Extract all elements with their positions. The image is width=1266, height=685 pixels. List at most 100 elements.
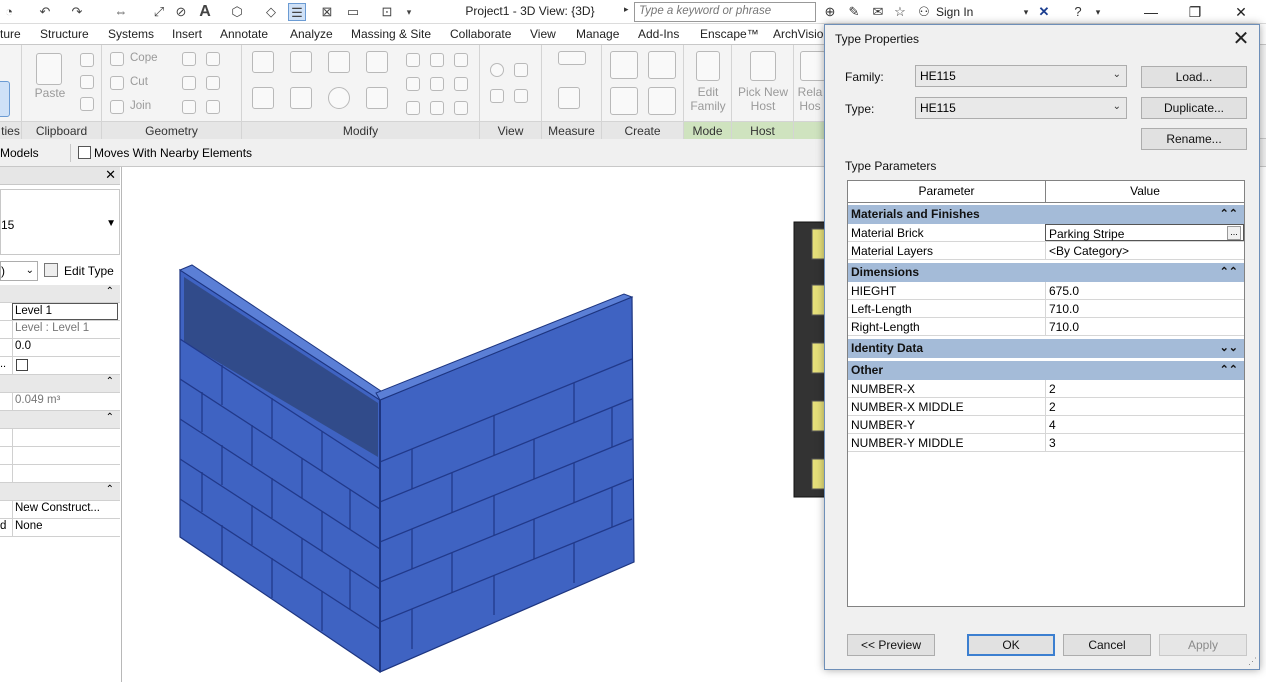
chevron-down-icon[interactable]: ▾ xyxy=(1088,3,1108,21)
section-other[interactable]: Other ⌃⌃ xyxy=(848,361,1244,380)
moves-with-nearby-checkbox[interactable] xyxy=(78,146,91,159)
section-header[interactable]: ⌃ xyxy=(0,411,120,429)
remove-paint-icon[interactable] xyxy=(206,100,220,114)
help-icon[interactable]: ? xyxy=(1068,3,1088,21)
override-icon[interactable] xyxy=(514,63,528,77)
section-header[interactable]: ⌃ xyxy=(0,483,120,501)
tag-icon[interactable]: ⊘ xyxy=(172,3,190,21)
align-dimension-icon[interactable]: ⇔ xyxy=(112,3,130,21)
aligned-dimension-icon[interactable] xyxy=(558,87,580,109)
minimize-icon[interactable]: — xyxy=(1136,2,1166,22)
duplicate-button[interactable]: Duplicate... xyxy=(1141,97,1247,119)
resize-grip-icon[interactable]: ⋰ xyxy=(1248,656,1257,667)
chevron-down-icon[interactable]: ▾ xyxy=(1016,3,1036,21)
browse-button[interactable]: ... xyxy=(1227,226,1241,240)
mirror-axis-icon[interactable] xyxy=(328,51,350,73)
section-dimensions[interactable]: Dimensions ⌃⌃ xyxy=(848,263,1244,282)
tab-collaborate[interactable]: Collaborate xyxy=(450,27,511,41)
communication-icon[interactable]: ✉ xyxy=(868,3,888,21)
3d-view-canvas[interactable] xyxy=(122,167,831,682)
subscription-icon[interactable]: ✎ xyxy=(844,3,864,21)
tab-analyze[interactable]: Analyze xyxy=(290,27,333,41)
pick-new-host-icon[interactable] xyxy=(750,51,776,81)
tab-insert[interactable]: Insert xyxy=(172,27,202,41)
wall-joins-icon[interactable] xyxy=(182,76,196,90)
switch-windows-icon[interactable]: ▭ xyxy=(344,3,362,21)
thin-lines-icon[interactable]: ☰ xyxy=(288,3,306,21)
tab-archvision[interactable]: ArchVisio xyxy=(773,27,823,41)
create-assembly-icon[interactable] xyxy=(648,51,676,79)
tab-view[interactable]: View xyxy=(530,27,556,41)
paint-icon[interactable] xyxy=(206,52,220,66)
tab-add-ins[interactable]: Add-Ins xyxy=(638,27,679,41)
chevron-down-icon[interactable]: ▾ xyxy=(400,3,418,21)
delete-icon[interactable] xyxy=(454,101,468,115)
pin-icon[interactable] xyxy=(454,53,468,67)
split-icon[interactable] xyxy=(406,53,420,67)
demolish-icon[interactable] xyxy=(206,76,220,90)
search-input[interactable]: Type a keyword or phrase xyxy=(634,2,816,22)
section-icon[interactable]: ◇ xyxy=(262,3,280,21)
load-button[interactable]: Load... xyxy=(1141,66,1247,88)
rename-button[interactable]: Rename... xyxy=(1141,128,1247,150)
scale-icon[interactable] xyxy=(430,77,444,91)
property-checkbox[interactable] xyxy=(16,359,28,371)
tab-structure[interactable]: Structure xyxy=(40,27,89,41)
favorites-star-icon[interactable]: ☆ xyxy=(890,3,910,21)
sign-in-link[interactable]: Sign In xyxy=(936,5,973,19)
cut-geometry-icon[interactable] xyxy=(110,76,124,90)
create-group-icon[interactable] xyxy=(610,51,638,79)
binoculars-icon[interactable]: ⊕ xyxy=(820,3,840,21)
customize-qat-icon[interactable]: ⊡ xyxy=(378,3,396,21)
trim-icon[interactable] xyxy=(366,87,388,109)
text-icon[interactable]: A xyxy=(196,3,214,21)
measure-between-icon[interactable] xyxy=(558,51,586,65)
create-similar-icon[interactable] xyxy=(648,87,676,115)
split-face-icon[interactable] xyxy=(182,52,196,66)
align-icon[interactable] xyxy=(252,51,274,73)
section-materials-finishes[interactable]: Materials and Finishes ⌃⌃ xyxy=(848,205,1244,224)
user-icon[interactable]: ⚇ xyxy=(914,3,934,21)
move-icon[interactable] xyxy=(252,87,274,109)
split-gap-icon[interactable] xyxy=(430,53,444,67)
measure-icon[interactable]: ⤢ xyxy=(150,3,168,21)
autodesk-x-icon[interactable]: ✕ xyxy=(1034,3,1054,21)
chevron-down-icon[interactable]: ▼ xyxy=(106,218,116,229)
cut-icon[interactable] xyxy=(80,53,94,67)
paste-icon[interactable] xyxy=(36,53,62,85)
family-select[interactable]: HE115 ⌄ xyxy=(915,65,1127,87)
trim-single-icon[interactable] xyxy=(406,101,420,115)
cancel-button[interactable]: Cancel xyxy=(1063,634,1151,656)
linework-pen-icon[interactable] xyxy=(490,89,504,103)
type-selector[interactable]: 15 ▼ xyxy=(0,189,120,255)
tab-massing-site[interactable]: Massing & Site xyxy=(351,27,431,41)
redo-icon[interactable]: ↷ xyxy=(68,3,86,21)
section-identity-data[interactable]: Identity Data ⌄⌄ xyxy=(848,339,1244,358)
tab-systems[interactable]: Systems xyxy=(108,27,154,41)
type-select[interactable]: HE115 ⌄ xyxy=(915,97,1127,119)
3d-view-icon[interactable]: ⬡ xyxy=(228,3,246,21)
hide-icon[interactable] xyxy=(490,63,504,77)
join-icon[interactable] xyxy=(110,100,124,114)
close-icon[interactable]: ✕ xyxy=(1229,27,1253,51)
tab-enscape[interactable]: Enscape™ xyxy=(700,27,759,41)
offset-icon[interactable] xyxy=(290,51,312,73)
tab-annotate[interactable]: Annotate xyxy=(220,27,268,41)
tab-architecture[interactable]: ture xyxy=(0,27,21,41)
graphics-icon[interactable] xyxy=(514,89,528,103)
linework-icon[interactable] xyxy=(182,100,196,114)
close-icon[interactable]: ✕ xyxy=(1226,2,1256,22)
app-menu-icon[interactable]: ◔ xyxy=(0,3,18,21)
close-hidden-icon[interactable]: ⊠ xyxy=(318,3,336,21)
column-header-value[interactable]: Value xyxy=(1046,181,1244,203)
section-header[interactable]: ⌃ xyxy=(0,285,120,303)
apply-button[interactable]: Apply xyxy=(1159,634,1247,656)
tab-manage[interactable]: Manage xyxy=(576,27,619,41)
rotate-icon[interactable] xyxy=(328,87,350,109)
search-expand-icon[interactable]: ▸ xyxy=(624,4,634,20)
trim-multi-icon[interactable] xyxy=(430,101,444,115)
column-header-parameter[interactable]: Parameter xyxy=(848,181,1046,203)
section-header[interactable]: ⌃ xyxy=(0,375,120,393)
value-cell[interactable]: Parking Stripe ... xyxy=(1045,224,1244,241)
create-parts-icon[interactable] xyxy=(610,87,638,115)
